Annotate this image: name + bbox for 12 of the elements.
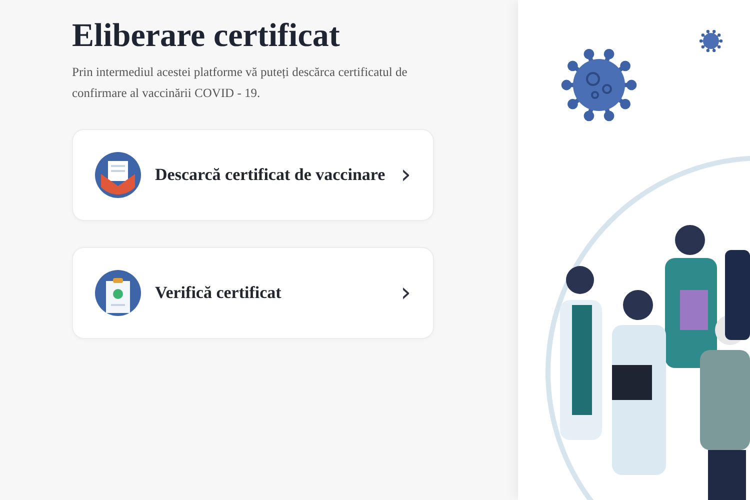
virus-icon [699, 30, 723, 52]
virus-icon [561, 48, 637, 122]
envelope-icon [95, 152, 141, 198]
page-description: Prin intermediul acestei platforme vă puteți descărca certificatul de confirmare al vaccinării COVID - 19. [72, 64, 408, 102]
clipboard-icon [95, 270, 141, 316]
action-card[interactable]: Descarcă certificat de vaccinare › [72, 129, 434, 222]
action-label: Verifică certificat [155, 282, 282, 304]
page-title: Eliberare certificat [72, 18, 341, 56]
chevron-icon: › [400, 280, 411, 306]
chevron-icon: › [400, 162, 411, 188]
action-card[interactable]: Verifică certificat › [72, 247, 434, 340]
action-label: Descarcă certificat de vaccinare [155, 164, 386, 186]
